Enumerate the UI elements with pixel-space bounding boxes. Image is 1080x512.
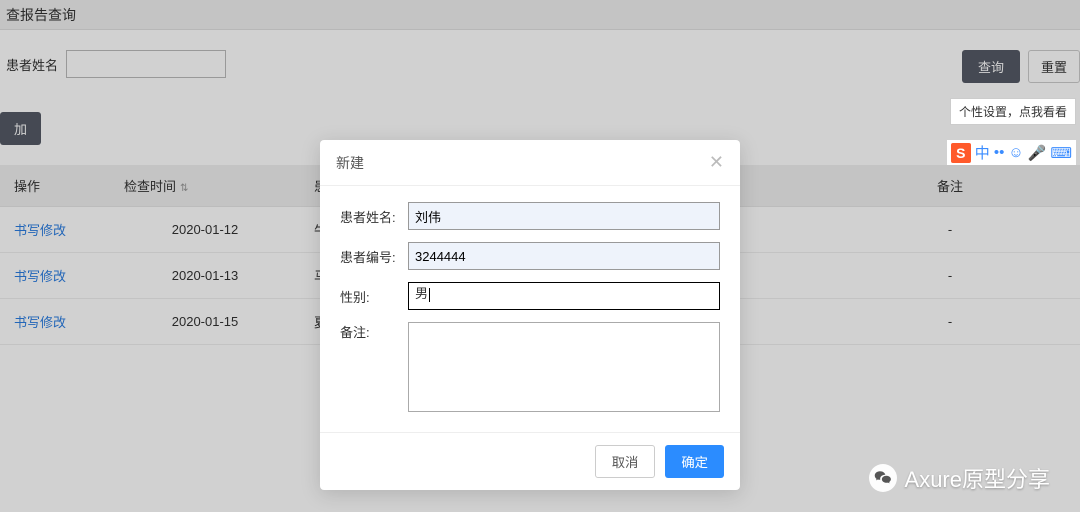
confirm-button[interactable]: 确定: [665, 445, 724, 478]
cell-time: 2020-01-15: [110, 314, 300, 329]
create-modal: 新建 ✕ 患者姓名: 患者编号: 性别: 男 备注: 取消 确定: [320, 140, 740, 490]
edit-link[interactable]: 书写修改: [14, 223, 66, 238]
id-label: 患者编号:: [340, 247, 408, 266]
wechat-icon: [869, 464, 897, 492]
th-time[interactable]: 检查时间⇅: [110, 176, 300, 195]
close-icon[interactable]: ✕: [709, 152, 724, 173]
filter-row: 患者姓名 查询 重置: [0, 50, 1080, 78]
cell-note: -: [820, 222, 1080, 237]
modal-title: 新建: [336, 153, 364, 173]
page-title: 查报告查询: [6, 5, 76, 25]
ime-emoji-icon[interactable]: ☺: [1008, 144, 1023, 161]
reset-button[interactable]: 重置: [1028, 50, 1080, 83]
settings-tooltip[interactable]: 个性设置，点我看看: [950, 98, 1076, 125]
cell-time: 2020-01-12: [110, 222, 300, 237]
patient-id-field[interactable]: [408, 242, 720, 270]
edit-link[interactable]: 书写修改: [14, 315, 66, 330]
add-button[interactable]: 加: [0, 112, 41, 145]
gender-label: 性别:: [340, 287, 408, 306]
gender-field[interactable]: 男: [408, 282, 720, 310]
patient-name-input[interactable]: [66, 50, 226, 78]
th-note: 备注: [820, 176, 1080, 195]
page-header: 查报告查询: [0, 0, 1080, 30]
filter-label: 患者姓名: [6, 55, 58, 74]
name-label: 患者姓名:: [340, 207, 408, 226]
sort-icon[interactable]: ⇅: [180, 183, 188, 194]
note-label: 备注:: [340, 322, 408, 341]
edit-link[interactable]: 书写修改: [14, 269, 66, 284]
cell-note: -: [820, 268, 1080, 283]
cell-time: 2020-01-13: [110, 268, 300, 283]
cancel-button[interactable]: 取消: [595, 445, 656, 478]
ime-keyboard-icon[interactable]: ⌨: [1050, 144, 1072, 162]
query-button[interactable]: 查询: [962, 50, 1020, 83]
ime-mic-icon[interactable]: 🎤: [1028, 144, 1047, 162]
ime-punct-icon[interactable]: ••: [994, 144, 1005, 161]
sogou-icon[interactable]: S: [951, 143, 971, 163]
note-field[interactable]: [408, 322, 720, 412]
ime-lang[interactable]: 中: [975, 142, 990, 163]
watermark: Axure原型分享: [869, 462, 1050, 494]
ime-toolbar[interactable]: S 中 •• ☺ 🎤 ⌨: [947, 140, 1076, 165]
patient-name-field[interactable]: [408, 202, 720, 230]
watermark-text: Axure原型分享: [905, 462, 1050, 494]
th-operation: 操作: [0, 176, 110, 195]
cell-note: -: [820, 314, 1080, 329]
